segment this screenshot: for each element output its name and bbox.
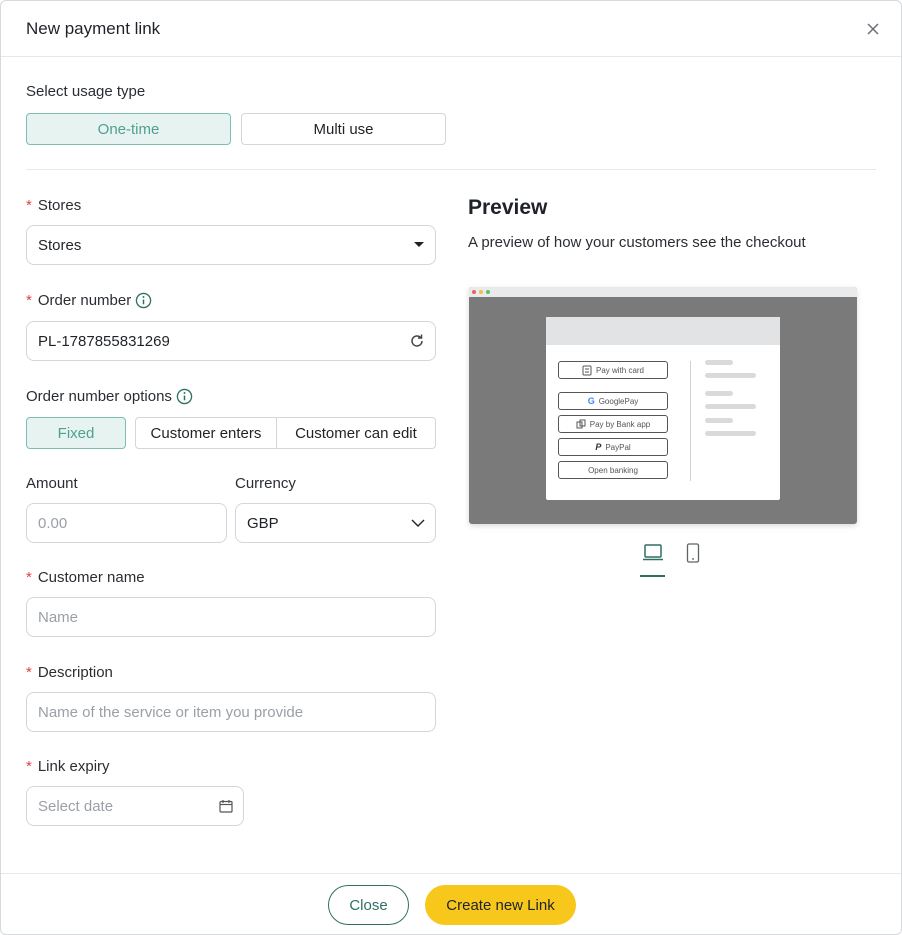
currency-value: GBP — [247, 514, 279, 532]
link-expiry-date-picker[interactable]: Select date — [26, 786, 244, 826]
usage-type-label: Select usage type — [26, 83, 146, 100]
paypal-button: P PayPal — [558, 438, 668, 456]
skeleton-line — [705, 404, 756, 409]
order-number-label: * Order number — [26, 292, 152, 309]
customer-name-input[interactable]: Name — [26, 597, 436, 637]
stores-select[interactable]: Stores — [26, 225, 436, 265]
paypal-icon: P — [595, 442, 602, 452]
customer-name-placeholder: Name — [38, 608, 79, 626]
checkout-preview-window: Pay with card G GooglePay Pay by Bank ap… — [469, 287, 857, 524]
description-label: * Description — [26, 664, 113, 681]
usage-one-time-button[interactable]: One-time — [26, 113, 231, 145]
info-icon[interactable] — [176, 388, 193, 405]
stores-label: * Stores — [26, 197, 82, 214]
skeleton-line — [705, 391, 733, 396]
required-marker: * — [26, 292, 32, 309]
skeleton-line — [705, 431, 756, 436]
window-dot-green — [486, 290, 490, 294]
device-selected-indicator — [640, 575, 665, 577]
open-banking-button: Open banking — [558, 461, 668, 479]
amount-label: Amount — [26, 475, 78, 492]
order-number-value: PL-1787855831269 — [38, 332, 170, 350]
required-marker: * — [26, 197, 32, 214]
order-options-segmented: Customer enters Customer can edit — [135, 417, 436, 449]
google-pay-button: G GooglePay — [558, 392, 668, 410]
order-number-input[interactable]: PL-1787855831269 — [26, 321, 436, 361]
description-input[interactable]: Name of the service or item you provide — [26, 692, 436, 732]
currency-label: Currency — [235, 475, 296, 492]
mobile-icon[interactable] — [686, 543, 700, 563]
stores-select-value: Stores — [38, 236, 82, 254]
order-option-customer-can-edit-button[interactable]: Customer can edit — [275, 418, 435, 448]
calendar-icon[interactable] — [219, 799, 233, 813]
modal-title: New payment link — [26, 19, 161, 38]
currency-select[interactable]: GBP — [235, 503, 436, 543]
pay-with-card-button: Pay with card — [558, 361, 668, 379]
card-icon — [582, 365, 592, 375]
chevron-down-icon — [411, 519, 425, 527]
desktop-icon[interactable] — [642, 544, 664, 562]
amount-input[interactable]: 0.00 — [26, 503, 227, 543]
checkout-header — [546, 317, 780, 345]
amount-placeholder: 0.00 — [38, 514, 68, 532]
link-expiry-label: * Link expiry — [26, 758, 110, 775]
modal-header: New payment link — [1, 1, 901, 57]
info-icon[interactable] — [135, 292, 152, 309]
close-icon[interactable] — [863, 19, 883, 39]
section-divider — [26, 169, 876, 170]
required-marker: * — [26, 758, 32, 775]
preview-subtitle: A preview of how your customers see the … — [468, 234, 806, 251]
skeleton-line — [705, 360, 733, 365]
checkout-divider — [690, 361, 691, 481]
order-option-fixed-button[interactable]: Fixed — [26, 417, 126, 449]
window-dot-yellow — [479, 290, 483, 294]
caret-down-icon — [414, 242, 424, 247]
required-marker: * — [26, 569, 32, 586]
create-link-button[interactable]: Create new Link — [425, 885, 576, 925]
payment-link-modal: New payment link Select usage type One-t… — [0, 0, 902, 935]
description-placeholder: Name of the service or item you provide — [38, 703, 304, 721]
window-dot-red — [472, 290, 476, 294]
order-options-label: Order number options — [26, 388, 193, 405]
preview-title: Preview — [468, 196, 548, 219]
close-button[interactable]: Close — [328, 885, 409, 925]
customer-name-label: * Customer name — [26, 569, 145, 586]
bank-app-icon — [576, 419, 586, 429]
required-marker: * — [26, 664, 32, 681]
refresh-icon[interactable] — [409, 333, 425, 349]
usage-multi-use-button[interactable]: Multi use — [241, 113, 446, 145]
checkout-card: Pay with card G GooglePay Pay by Bank ap… — [546, 317, 780, 500]
skeleton-line — [705, 418, 733, 423]
link-expiry-placeholder: Select date — [38, 797, 114, 815]
pay-by-bank-button: Pay by Bank app — [558, 415, 668, 433]
order-option-customer-enters-button[interactable]: Customer enters — [136, 418, 276, 448]
skeleton-line — [705, 373, 756, 378]
browser-toolbar — [469, 287, 857, 297]
google-icon: G — [587, 396, 595, 406]
